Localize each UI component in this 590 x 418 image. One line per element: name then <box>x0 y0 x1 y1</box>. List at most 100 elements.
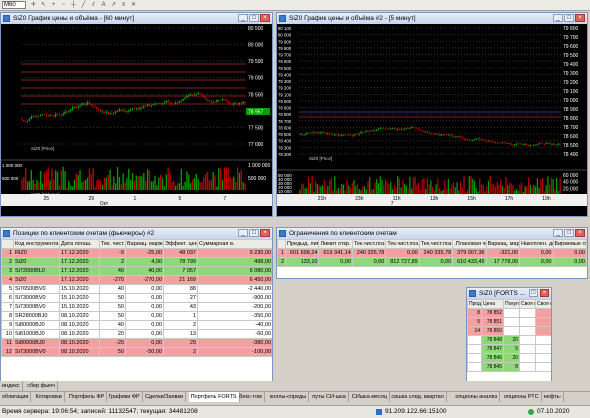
orderbook-row[interactable]: 78 846 20 <box>467 353 551 363</box>
column-header[interactable]: .Плановая чист. <box>452 239 487 249</box>
close-button[interactable]: × <box>575 14 585 22</box>
line-tool-icon[interactable]: ╱ <box>80 2 87 9</box>
chart2-area[interactable]: 79 800 79 700 79 600 79 500 79 400 79 300 79 2… <box>277 24 587 216</box>
row-number-header[interactable] <box>277 239 286 249</box>
tab[interactable]: Сделки/Заявки <box>143 392 186 402</box>
table-row[interactable]: 2 133,10 0,00 0,00 812 727,89 0,00 610 433,45 1… <box>277 257 587 267</box>
table-cell: 812 727,89 <box>385 257 420 267</box>
tab[interactable]: нефть- <box>542 392 565 402</box>
maximize-button[interactable]: □ <box>249 14 259 22</box>
minimize-button[interactable]: _ <box>238 229 248 237</box>
column-header[interactable]: Цена <box>481 299 504 309</box>
volume-bar <box>175 185 177 190</box>
channel-tool-icon[interactable]: ⫽ <box>90 2 97 9</box>
row-number-header[interactable] <box>1 239 14 249</box>
close-button[interactable]: × <box>540 289 549 297</box>
column-header[interactable]: Накоплен. доход <box>519 239 554 249</box>
table-row[interactable]: 9 Si80000BJ0 08.10.2020 40 0,00 2 -40,00 <box>1 320 272 330</box>
close-button[interactable]: × <box>260 14 270 22</box>
timeframe-select[interactable]: M60 <box>2 1 26 9</box>
minimize-button[interactable]: _ <box>238 14 248 22</box>
minimize-button[interactable]: _ <box>553 229 563 237</box>
volume-bar <box>231 178 233 190</box>
column-header[interactable]: Предыд. лимит <box>284 239 320 249</box>
table-row[interactable]: 10 Si81000BJ0 08.10.2020 20 0,00 13 -60,00 <box>1 329 272 339</box>
maximize-button[interactable]: □ <box>564 14 574 22</box>
close-button[interactable]: × <box>260 229 270 237</box>
table-row[interactable]: 7 Si73000BV0 15.10.2020 50 0,00 43 -200,00 <box>1 302 272 312</box>
table-cell: 15.10.2020 <box>59 302 100 312</box>
tab[interactable]: опционы РТС <box>502 392 542 402</box>
column-header[interactable]: Своя п. <box>535 299 551 309</box>
table-row[interactable]: 11 Si80000BJ0 08.10.2020 -20 0,00 29 -380,00 <box>1 338 272 348</box>
tab[interactable]: индекс <box>0 381 23 391</box>
column-header[interactable]: Вариац. маржа <box>125 239 164 249</box>
cursor-icon[interactable]: ↖ <box>40 2 47 9</box>
maximize-button[interactable]: □ <box>564 229 574 237</box>
column-header[interactable]: Код инструмента <box>13 239 60 249</box>
table-row[interactable]: 5 Si76500BV0 15.10.2020 40 0,00 88 -2 440,00 <box>1 284 272 294</box>
volume-bar <box>348 185 350 194</box>
table-row[interactable]: 8 SR28000BJ0 08.10.2020 50 0,00 1 -350,00 <box>1 311 272 321</box>
column-header[interactable]: Суммарная в. <box>197 239 272 249</box>
delete-icon[interactable]: ✕ <box>130 2 137 9</box>
orderbook-row[interactable]: 8 78 852 <box>467 308 551 318</box>
tab[interactable]: сбер фьюч <box>25 381 58 391</box>
table-row[interactable]: 2 SiZ0 17.12.2020 2 4,00 78 799 498,00 <box>1 257 272 267</box>
candle <box>477 138 479 139</box>
column-header[interactable]: Тек. чист.поз. <box>99 239 126 249</box>
tab[interactable]: бекс-том <box>237 392 265 402</box>
price-tick-label-left: 78 900 <box>278 106 292 111</box>
sell-volume: 5 <box>467 317 482 327</box>
orderbook-row[interactable]: 78 848 20 <box>467 335 551 345</box>
fibo-tool-icon[interactable]: ≡ <box>120 2 127 9</box>
minimize-button[interactable]: _ <box>553 14 563 22</box>
chart2-svg[interactable]: 79 80079 70079 60079 50079 40079 30079 2… <box>277 24 587 207</box>
text-tool-icon[interactable]: A <box>100 2 107 9</box>
maximize-button[interactable]: □ <box>529 289 538 297</box>
column-header[interactable]: Тек.чист.поз. <box>385 239 420 249</box>
chart1-svg[interactable]: 80 50080 00079 50079 00078 50078 00077 5… <box>1 24 272 207</box>
table-row[interactable]: 1 601 698,24 619 341,14 240 335,78 0,00 240 3… <box>277 248 587 258</box>
orderbook-row[interactable]: 78 847 5 <box>467 344 551 354</box>
table-row[interactable]: 1 RIZ0 17.12.2020 -5 -25,00 48 037 9 230,00 <box>1 248 272 258</box>
tab[interactable]: Графики ФР <box>106 392 143 402</box>
column-header[interactable]: Покупка <box>503 299 520 309</box>
table-row[interactable]: 4 SiZ0 17.12.2020 -270 -270,00 21 169 6 450,00 <box>1 275 272 285</box>
tab[interactable]: облигации <box>0 392 32 402</box>
tab[interactable]: Котировки <box>33 392 65 402</box>
chart-tool-icon[interactable]: ✛ <box>30 2 37 9</box>
column-header[interactable]: Дата погаш. <box>59 239 100 249</box>
column-header[interactable]: Тек.чист.поз. <box>351 239 387 249</box>
arrow-tool-icon[interactable]: ↗ <box>110 2 117 9</box>
tab[interactable]: путы СИ-шка <box>310 392 349 402</box>
orderbook-row[interactable]: 5 78 851 <box>467 317 551 327</box>
column-header[interactable]: Эффект. цена <box>163 239 198 249</box>
column-header[interactable]: Продажа <box>467 299 482 309</box>
table-row[interactable]: 3 Si72000BL0 17.12.2020 40 40,00 7 057 6 080,0… <box>1 266 272 276</box>
column-header[interactable]: Тек.чист.поз. ( <box>418 239 454 249</box>
table-cell <box>519 344 536 354</box>
column-header[interactable]: Своя пр. <box>519 299 536 309</box>
zoom-out-icon[interactable]: − <box>60 2 67 9</box>
tab[interactable]: сишка след. квартал <box>389 392 447 402</box>
orderbook-row[interactable]: 14 78 850 <box>467 326 551 336</box>
column-header[interactable]: Биржевые сбо. <box>552 239 587 249</box>
zoom-in-icon[interactable]: + <box>50 2 57 9</box>
close-button[interactable]: × <box>575 229 585 237</box>
candle <box>397 128 399 130</box>
table-row[interactable]: 12 Si73000BV0 08.10.2020 50 -50,00 2 -100,00 <box>1 347 272 357</box>
tab[interactable]: коллы-спреды <box>268 392 310 402</box>
table-row[interactable]: 6 Si73000BV0 15.10.2020 50 0,00 27 -900,00 <box>1 293 272 303</box>
tab[interactable]: Портфель ФР <box>67 392 108 402</box>
orderbook-row[interactable]: 78 845 8 <box>467 362 551 372</box>
crosshair-icon[interactable]: ┼ <box>70 2 77 9</box>
column-header[interactable]: Лимит откр. п. <box>318 239 353 249</box>
column-header[interactable]: Вариац. маржа <box>485 239 521 249</box>
tab[interactable]: Портфель FORTS <box>188 392 240 402</box>
maximize-button[interactable]: □ <box>249 229 259 237</box>
chart1-area[interactable]: 80 50080 00079 50079 00078 50078 00077 5… <box>1 24 272 216</box>
tab[interactable]: СИшка месяц <box>350 392 391 402</box>
tab[interactable]: опционы анализ <box>453 392 501 402</box>
window-title-text: SiZ0 График цены и объёма #2 - [5 минут] <box>289 15 416 22</box>
